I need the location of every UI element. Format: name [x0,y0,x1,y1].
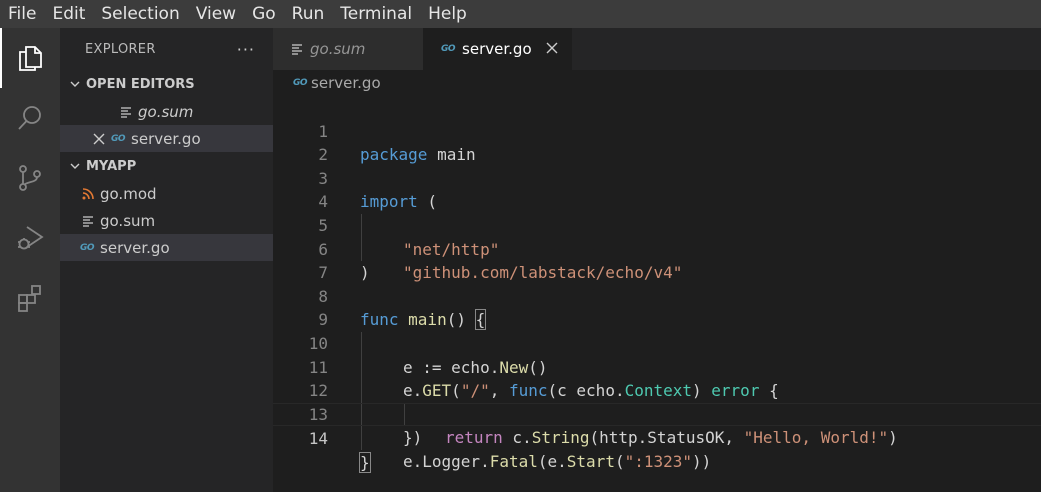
open-editor-go-sum[interactable]: go.sum [60,98,273,125]
open-editors-label: OPEN EDITORS [86,76,195,92]
indent-guide [361,426,362,450]
go-icon: GO [293,78,308,88]
explorer-sidebar: EXPLORER ··· OPEN EDITORS go.sum GO serv… [60,28,273,492]
go-icon: GO [111,133,126,144]
file-label: server.go [100,238,170,257]
open-editor-server-go[interactable]: GO server.go [60,125,273,152]
token: (e. [537,451,567,471]
files-icon [19,46,42,71]
code-line-current: 14 } [273,402,1041,473]
token: )) [692,451,712,471]
menu-selection[interactable]: Selection [101,0,179,28]
matching-bracket: } [359,451,371,473]
go-icon: GO [80,242,95,253]
extensions-icon [18,285,41,312]
project-label: MYAPP [86,158,137,174]
code-line: 10 e.GET("/", func(c echo.Context) error… [273,308,1041,400]
activity-search[interactable] [0,88,60,148]
explorer-header: EXPLORER ··· [60,28,273,70]
code-line: 13 e.Logger.Fatal(e.Start(":1323")) [273,379,1041,471]
code-line: 2 [273,120,1041,164]
search-icon [18,106,41,130]
token: (http.StatusOK, [589,428,744,448]
code-line: 7 [273,238,1041,282]
file-label: go.sum [100,211,156,230]
open-editor-label: server.go [131,129,201,148]
run-debug-icon [18,226,44,250]
close-icon[interactable] [546,39,558,59]
menu-bar: File Edit Selection View Go Run Terminal… [0,0,1041,28]
token: ) [888,428,898,448]
breadcrumb-file: server.go [311,74,381,92]
open-editor-label: go.sum [138,102,194,121]
code-line: 4 "net/http" [273,167,1041,258]
code-line: 1 package main [273,96,1041,165]
code-line: 5 "github.com/labstack/echo/v4" [273,190,1041,282]
lines-icon [291,43,303,55]
code-line: 8 func main() { [273,261,1041,331]
activity-explorer[interactable] [0,28,60,88]
project-header[interactable]: MYAPP [60,152,273,180]
token: ( [614,451,625,471]
menu-file[interactable]: File [8,0,36,28]
code-line: 3 import ( [273,143,1041,212]
token: Fatal [489,451,538,471]
menu-run[interactable]: Run [292,0,325,28]
code-line: 12 }) [273,356,1041,447]
tab-server-go[interactable]: GO server.go [423,28,572,70]
file-go-sum[interactable]: go.sum [60,207,273,234]
token: Start [566,451,615,471]
code-line: 9 e := echo.New() [273,285,1041,376]
token: e.Logger. [403,451,490,471]
close-icon[interactable] [93,133,105,145]
menu-terminal[interactable]: Terminal [340,0,412,28]
lines-icon [120,106,132,118]
menu-edit[interactable]: Edit [52,0,85,28]
code-line: 6 ) [273,214,1041,283]
open-editors-header[interactable]: OPEN EDITORS [60,70,273,98]
token: c. [502,428,532,448]
tab-label: go.sum [310,40,366,58]
chevron-down-icon [66,78,84,90]
activity-run-debug[interactable] [0,208,60,268]
code-editor[interactable]: 1 package main 2 3 import ( 4 "net/http"… [273,96,1041,492]
editor-tabs: go.sum GO server.go [273,28,1041,70]
lines-icon [82,215,94,227]
activity-source-control[interactable] [0,148,60,208]
tab-go-sum[interactable]: go.sum [273,28,423,70]
token: "Hello, World!" [743,428,889,448]
file-go-mod[interactable]: go.mod [60,180,273,207]
code-line: 11 return c.String(http.StatusOK, "Hello… [273,332,1041,448]
token: }) [403,428,423,448]
more-actions-button[interactable]: ··· [237,40,255,59]
source-control-icon [19,165,41,191]
activity-extensions[interactable] [0,268,60,328]
menu-view[interactable]: View [196,0,236,28]
menu-help[interactable]: Help [428,0,467,28]
token: String [531,428,590,448]
menu-go[interactable]: Go [252,0,276,28]
activity-bar [0,28,60,492]
file-server-go[interactable]: GO server.go [60,234,273,261]
go-icon: GO [441,44,456,54]
token: return [445,428,503,448]
file-label: go.mod [100,184,157,203]
explorer-title: EXPLORER [85,41,156,57]
line-number: 14 [308,429,328,449]
token: ":1323" [624,451,693,471]
rss-icon [82,187,94,200]
breadcrumb[interactable]: GO server.go [273,70,1041,96]
tab-label: server.go [462,40,532,58]
chevron-down-icon [66,160,84,172]
